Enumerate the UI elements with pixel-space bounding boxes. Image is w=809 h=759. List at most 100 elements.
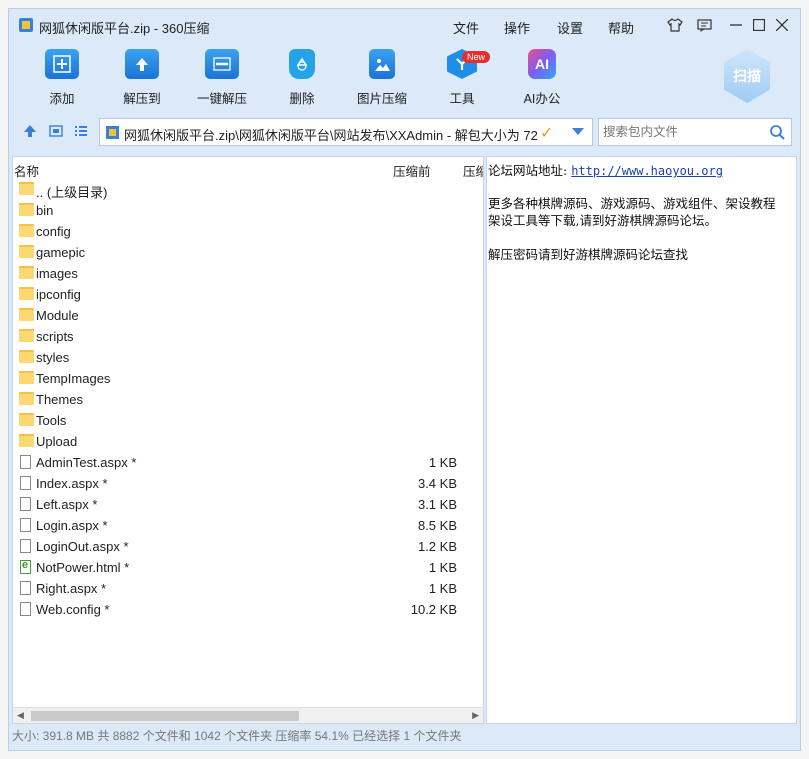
html-file-icon: [20, 559, 31, 574]
up-arrow-icon[interactable]: [23, 124, 37, 138]
file-size: 1 KB: [428, 581, 457, 596]
file-name: .. (上级目录): [36, 185, 108, 200]
address-path: 网狐休闲版平台.zip\网狐休闲版平台\网站发布\XXAdmin - 解包大小为…: [124, 128, 538, 143]
file-row[interactable]: Right.aspx * 1 KB: [13, 578, 483, 599]
file-row[interactable]: Module: [13, 305, 483, 326]
menu-file[interactable]: 文件: [453, 18, 479, 37]
menu-help[interactable]: 帮助: [608, 18, 634, 37]
file-name: TempImages: [36, 371, 111, 386]
file-name: AdminTest.aspx *: [36, 455, 137, 470]
folder-icon: [19, 182, 34, 195]
feedback-icon[interactable]: [694, 15, 714, 35]
tools-button[interactable]: New 工具: [422, 49, 502, 107]
file-row[interactable]: NotPower.html * 1 KB: [13, 557, 483, 578]
one-click-extract-button[interactable]: 一键解压: [182, 49, 262, 107]
file-name: Left.aspx *: [36, 497, 98, 512]
comment-pane: 论坛网站地址: http://www.haoyou.org 更多各种棋牌源码、游…: [486, 156, 797, 724]
folder-icon: [19, 287, 34, 300]
file-row[interactable]: LoginOut.aspx * 1.2 KB: [13, 536, 483, 557]
image-compress-label: 图片压缩: [356, 92, 407, 106]
file-row[interactable]: styles: [13, 347, 483, 368]
file-row[interactable]: .. (上级目录): [13, 179, 483, 200]
menu-settings[interactable]: 设置: [557, 18, 583, 37]
image-compress-button[interactable]: 图片压缩: [342, 49, 422, 107]
toolbar: 添加 解压到 一键解压 删除 图片压缩 New 工具 AI AI办公 扫描: [9, 41, 800, 117]
address-bar[interactable]: 网狐休闲版平台.zip\网狐休闲版平台\网站发布\XXAdmin - 解包大小为…: [99, 118, 593, 146]
file-row[interactable]: AdminTest.aspx * 1 KB: [13, 452, 483, 473]
file-row[interactable]: scripts: [13, 326, 483, 347]
file-row[interactable]: bin: [13, 200, 483, 221]
scan-button[interactable]: 扫描: [724, 49, 770, 103]
file-row[interactable]: ipconfig: [13, 284, 483, 305]
file-row[interactable]: Login.aspx * 8.5 KB: [13, 515, 483, 536]
file-row[interactable]: Themes: [13, 389, 483, 410]
search-icon[interactable]: [769, 124, 785, 140]
folder-icon: [19, 329, 34, 342]
menu-operations[interactable]: 操作: [504, 18, 530, 37]
maximize-icon[interactable]: [749, 15, 769, 35]
delete-button[interactable]: 删除: [262, 49, 342, 107]
file-name: styles: [36, 350, 70, 365]
forum-line: 论坛网站地址: http://www.haoyou.org: [488, 160, 723, 179]
column-name[interactable]: 名称: [14, 161, 39, 180]
column-size-before[interactable]: 压缩前: [393, 161, 431, 180]
file-row[interactable]: Upload: [13, 431, 483, 452]
comment-line-4: 解压密码请到好游棋牌源码论坛查找: [488, 247, 689, 262]
file-icon: [20, 497, 31, 511]
file-row[interactable]: gamepic: [13, 242, 483, 263]
dropdown-arrow-icon[interactable]: [572, 128, 584, 135]
close-icon[interactable]: [772, 15, 792, 35]
search-input[interactable]: [599, 119, 759, 145]
scroll-left-icon[interactable]: ◀: [17, 710, 24, 721]
add-label: 添加: [49, 92, 75, 106]
new-badge: New: [461, 51, 490, 63]
archive-app-icon: [19, 18, 33, 32]
forum-link[interactable]: http://www.haoyou.org: [571, 164, 723, 178]
minimize-icon[interactable]: [726, 15, 746, 35]
file-row[interactable]: Web.config * 10.2 KB: [13, 599, 483, 620]
add-button[interactable]: 添加: [22, 49, 102, 107]
file-icon: [20, 539, 31, 553]
file-size: 1 KB: [428, 560, 457, 575]
scroll-thumb[interactable]: [31, 711, 299, 721]
file-row[interactable]: images: [13, 263, 483, 284]
one-click-extract-label: 一键解压: [196, 92, 247, 106]
file-icon: [20, 455, 31, 469]
file-name: Tools: [36, 413, 67, 428]
file-row[interactable]: Index.aspx * 3.4 KB: [13, 473, 483, 494]
file-rows: .. (上级目录) bin config gamepic images ipconfig M…: [13, 179, 483, 620]
comment-line-3: 架设工具等下载,请到好游棋牌源码论坛。: [488, 213, 717, 228]
app-window: 网狐休闲版平台.zip - 360压缩 文件 操作 设置 帮助 添加 解压到 一…: [8, 8, 801, 751]
archive-path-icon: [106, 126, 119, 139]
file-row[interactable]: Left.aspx * 3.1 KB: [13, 494, 483, 515]
file-row[interactable]: Tools: [13, 410, 483, 431]
ai-office-button[interactable]: AI AI办公: [502, 49, 582, 107]
extract-to-button[interactable]: 解压到: [102, 49, 182, 107]
title-bar: 网狐休闲版平台.zip - 360压缩 文件 操作 设置 帮助: [9, 9, 800, 41]
file-name: Themes: [36, 392, 83, 407]
folder-icon: [19, 224, 34, 237]
file-row[interactable]: config: [13, 221, 483, 242]
file-row[interactable]: TempImages: [13, 368, 483, 389]
file-name: config: [36, 224, 71, 239]
file-size: 3.4 KB: [417, 476, 457, 491]
folder-icon: [19, 245, 34, 258]
extract-to-label: 解压到: [123, 92, 161, 106]
forum-label: 论坛网站地址:: [488, 163, 568, 178]
file-name: Upload: [36, 434, 78, 449]
file-size: 3.1 KB: [417, 497, 457, 512]
folder-icon: [19, 266, 34, 279]
list-view-icon[interactable]: [74, 124, 88, 138]
scroll-right-icon[interactable]: ▶: [472, 710, 479, 721]
file-size: 10.2 KB: [410, 602, 457, 617]
skin-shirt-icon[interactable]: [665, 15, 685, 35]
file-name: Right.aspx *: [36, 581, 107, 596]
file-name: ipconfig: [36, 287, 81, 302]
thumbnail-view-icon[interactable]: [49, 124, 63, 138]
column-size-after[interactable]: 压缩: [463, 161, 483, 180]
add-icon: [45, 49, 79, 79]
file-icon: [20, 476, 31, 490]
ai-icon: AI: [528, 49, 556, 79]
folder-icon: [19, 413, 34, 426]
horizontal-scrollbar[interactable]: ◀ ▶: [13, 707, 483, 723]
